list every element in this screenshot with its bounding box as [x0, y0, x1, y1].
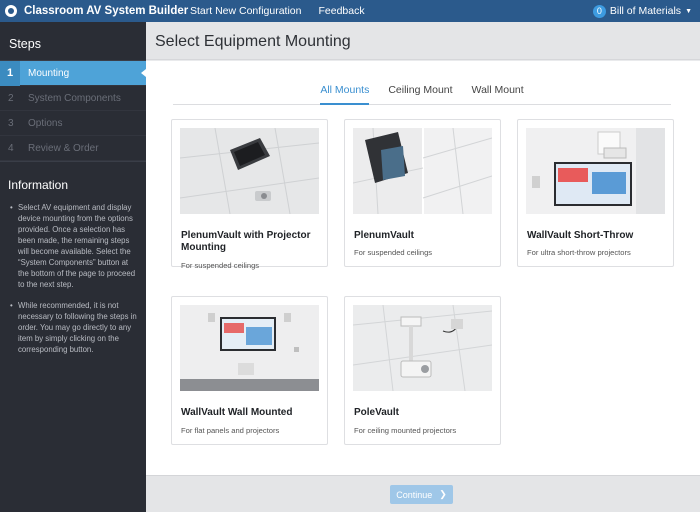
tab-ceiling-mount[interactable]: Ceiling Mount — [388, 84, 452, 105]
info-text: Select AV equipment and display device m… — [10, 202, 138, 290]
product-image — [353, 305, 492, 391]
step-number: 3 — [8, 117, 14, 129]
chevron-right-icon: ❯ — [439, 489, 447, 499]
card-wallvault-wall-mounted[interactable]: WallVault Wall Mounted For flat panels a… — [171, 296, 328, 445]
step-label: Mounting — [28, 67, 70, 79]
card-plenumvault[interactable]: PlenumVault For suspended ceilings — [344, 119, 501, 267]
product-image — [353, 128, 492, 214]
steps-list: 1 Mounting 2 System Components 3 Options… — [0, 60, 146, 161]
continue-button[interactable]: Continue ❯ — [390, 485, 453, 504]
step-options[interactable]: 3 Options — [0, 111, 146, 136]
information-panel: Information Select AV equipment and disp… — [0, 161, 146, 355]
card-polevault[interactable]: PoleVault For ceiling mounted projectors — [344, 296, 501, 445]
card-plenumvault-projector[interactable]: PlenumVault with Projector Mounting For … — [171, 119, 328, 270]
product-image — [526, 128, 665, 214]
step-mounting[interactable]: 1 Mounting — [0, 60, 146, 86]
mount-tabs: All Mounts Ceiling Mount Wall Mount — [173, 84, 671, 105]
step-number: 2 — [8, 92, 14, 104]
card-title: WallVault Wall Mounted — [181, 407, 293, 418]
page-title: Select Equipment Mounting — [155, 33, 351, 50]
main-content: All Mounts Ceiling Mount Wall Mount Plen… — [146, 61, 700, 475]
bill-of-materials-menu[interactable]: 0 Bill of Materials ▼ — [592, 0, 692, 22]
step-label: System Components — [28, 92, 121, 104]
page-header: Select Equipment Mounting — [146, 22, 700, 60]
card-description: For ceiling mounted projectors — [354, 426, 457, 435]
card-description: For flat panels and projectors — [181, 426, 280, 435]
card-title: PlenumVault — [354, 230, 415, 241]
card-title: PlenumVault with Projector Mounting — [181, 230, 311, 253]
app-title: Classroom AV System Builder — [24, 5, 189, 17]
product-image — [180, 128, 319, 214]
logo-icon — [5, 5, 17, 17]
step-label: Review & Order — [28, 142, 99, 154]
feedback-link[interactable]: Feedback — [318, 5, 364, 17]
sidebar: Steps 1 Mounting 2 System Components 3 O… — [0, 22, 146, 512]
card-wallvault-short-throw[interactable]: WallVault Short-Throw For ultra short-th… — [517, 119, 674, 267]
card-title: WallVault Short-Throw — [527, 230, 634, 241]
top-nav: Start New Configuration Feedback — [190, 5, 365, 17]
card-description: For suspended ceilings — [181, 261, 260, 270]
start-new-configuration-link[interactable]: Start New Configuration — [190, 5, 301, 17]
continue-label: Continue — [396, 489, 433, 500]
footer-bar: Continue ❯ — [146, 475, 700, 512]
top-bar: Classroom AV System Builder Start New Co… — [0, 0, 700, 22]
tab-wall-mount[interactable]: Wall Mount — [472, 84, 524, 105]
step-review-order[interactable]: 4 Review & Order — [0, 136, 146, 161]
info-text: While recommended, it is not necessary t… — [10, 300, 138, 355]
card-description: For ultra short-throw projectors — [527, 248, 631, 257]
product-image — [180, 305, 319, 391]
step-system-components[interactable]: 2 System Components — [0, 86, 146, 111]
card-title: PoleVault — [354, 407, 400, 418]
card-description: For suspended ceilings — [354, 248, 433, 257]
tab-all-mounts[interactable]: All Mounts — [320, 84, 370, 105]
bom-label: Bill of Materials — [609, 5, 682, 17]
steps-heading: Steps — [9, 37, 41, 51]
app-brand[interactable]: Classroom AV System Builder — [0, 5, 190, 17]
information-heading: Information — [8, 178, 69, 192]
caret-down-icon: ▼ — [685, 7, 692, 15]
step-label: Options — [28, 117, 63, 129]
step-number: 1 — [0, 60, 20, 86]
bom-count-badge: 0 — [592, 4, 606, 18]
step-number: 4 — [8, 142, 14, 154]
